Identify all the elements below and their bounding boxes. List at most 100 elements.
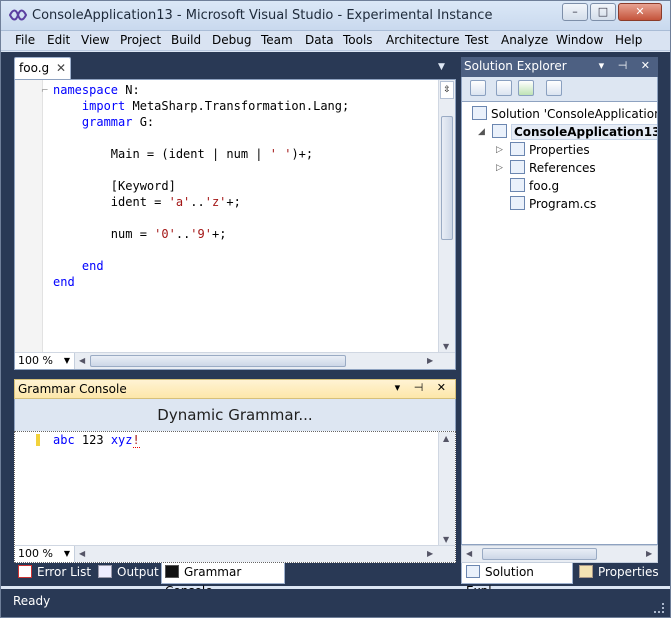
code-line[interactable] — [53, 210, 349, 226]
code-line[interactable] — [53, 130, 349, 146]
horizontal-scroll-thumb[interactable] — [482, 548, 597, 560]
code-line[interactable]: import MetaSharp.Transformation.Lang; — [53, 98, 349, 114]
solution-explorer-icon — [466, 565, 480, 578]
split-window-icon[interactable]: ⇳ — [440, 81, 454, 99]
console-line[interactable]: abc 123 xyz! — [53, 432, 140, 448]
tree-item[interactable]: Solution 'ConsoleApplication13' (1 proje… — [472, 106, 657, 124]
grammar-console-input[interactable]: abc 123 xyz! ▲ ▼ 100 % ▼ ◀ ▶ — [14, 431, 456, 563]
code-line[interactable]: grammar G: — [53, 114, 349, 130]
menu-analyze[interactable]: Analyze — [501, 33, 548, 47]
scroll-right-icon[interactable]: ▶ — [427, 549, 433, 558]
tab-solution-explorer[interactable]: Solution Expl... — [461, 563, 573, 598]
vertical-scroll-thumb[interactable] — [441, 116, 453, 240]
code-line[interactable] — [53, 162, 349, 178]
tree-item-label: ConsoleApplication13 — [511, 124, 657, 140]
tab-properties-label: Properties — [598, 565, 659, 579]
solution-horizontal-scrollbar: ◀ ▶ — [461, 545, 658, 563]
solution-explorer-tabs: Solution Expl... Properties — [461, 563, 659, 598]
tree-item[interactable]: Properties — [510, 142, 590, 160]
zoom-selector[interactable]: 100 % ▼ — [15, 353, 75, 369]
code-token: num = — [53, 227, 155, 241]
menu-file[interactable]: File — [15, 33, 35, 47]
code-line[interactable]: namespace N: — [53, 82, 349, 98]
solution-tree[interactable]: Solution 'ConsoleApplication13' (1 proje… — [461, 101, 658, 545]
keyword-token: xyz — [110, 433, 133, 447]
class-diagram-icon[interactable] — [546, 80, 562, 96]
code-line[interactable]: Main = (ident | num | ' ')+; — [53, 146, 349, 162]
vs-window: ConsoleApplication13 - Microsoft Visual … — [0, 0, 671, 618]
scroll-down-icon[interactable]: ▼ — [443, 342, 449, 351]
console-text[interactable]: abc 123 xyz! — [53, 432, 140, 448]
scroll-left-icon[interactable]: ◀ — [79, 356, 85, 365]
refresh-icon[interactable] — [518, 80, 534, 96]
code-token: G: — [132, 115, 155, 129]
maximize-button[interactable]: □ — [590, 3, 616, 21]
scroll-right-icon[interactable]: ▶ — [646, 549, 652, 558]
code-line[interactable]: num = '0'..'9'+; — [53, 226, 349, 242]
tab-grammar-console[interactable]: Grammar Console — [161, 563, 285, 598]
tab-properties[interactable]: Properties — [579, 563, 659, 584]
code-token: Main = (ident | num | — [53, 147, 270, 161]
close-button[interactable]: ✕ — [618, 3, 662, 21]
tab-error-list[interactable]: Error List — [18, 563, 96, 584]
tree-item[interactable]: References — [510, 160, 596, 178]
tree-expander-icon[interactable]: ▷ — [496, 145, 503, 155]
properties-icon[interactable] — [470, 80, 486, 96]
editor-vertical-scrollbar[interactable]: ⇳ ▼ — [438, 80, 455, 353]
menu-tools[interactable]: Tools — [343, 33, 373, 47]
code-token: N: — [118, 83, 140, 97]
string-token: ' ' — [269, 147, 292, 161]
code-line[interactable]: ident = 'a'..'z'+; — [53, 194, 349, 210]
menu-window[interactable]: Window — [556, 33, 603, 47]
visual-studio-icon — [9, 9, 27, 21]
console-vertical-scrollbar[interactable]: ▲ ▼ — [438, 432, 455, 546]
scroll-down-icon[interactable]: ▼ — [443, 535, 449, 544]
csharp-project-icon — [492, 124, 507, 138]
dynamic-grammar-label[interactable]: Dynamic Grammar... — [15, 406, 455, 424]
code-line[interactable]: end — [53, 258, 349, 274]
code-text[interactable]: namespace N: import MetaSharp.Transforma… — [53, 82, 349, 290]
document-list-dropdown-icon[interactable]: ▼ — [438, 62, 445, 72]
menu-architecture[interactable]: Architecture — [386, 33, 459, 47]
tree-item[interactable]: foo.g — [510, 178, 559, 196]
code-line[interactable]: [Keyword] — [53, 178, 349, 194]
show-all-files-icon[interactable] — [496, 80, 512, 96]
solution-icon — [472, 106, 487, 120]
tree-expander-icon[interactable]: ▷ — [496, 163, 503, 173]
grammar-console-header: Grammar Console ▾ ⊣ ✕ — [14, 379, 456, 399]
menu-project[interactable]: Project — [120, 33, 161, 47]
menu-team[interactable]: Team — [261, 33, 293, 47]
horizontal-scroll-thumb[interactable] — [90, 355, 346, 367]
pane-window-buttons[interactable]: ▾ ⊣ ✕ — [395, 381, 451, 394]
properties-folder-icon — [510, 142, 525, 156]
scroll-right-icon[interactable]: ▶ — [427, 356, 433, 365]
resize-grip[interactable] — [654, 603, 664, 613]
tree-item[interactable]: ConsoleApplication13 — [492, 124, 657, 142]
scroll-up-icon[interactable]: ▲ — [443, 434, 449, 443]
menu-help[interactable]: Help — [615, 33, 642, 47]
tree-expander-icon[interactable]: ◢ — [478, 127, 485, 137]
tab-close-icon[interactable]: ✕ — [56, 61, 66, 75]
code-token: ident = — [53, 195, 169, 209]
menu-build[interactable]: Build — [171, 33, 201, 47]
tab-output[interactable]: Output — [98, 563, 164, 584]
pane-window-buttons[interactable]: ▾ ⊣ ✕ — [599, 59, 655, 72]
menu-data[interactable]: Data — [305, 33, 334, 47]
console-zoom-selector[interactable]: 100 % ▼ — [15, 546, 75, 562]
code-line[interactable]: end — [53, 274, 349, 290]
code-line[interactable] — [53, 242, 349, 258]
menu-test[interactable]: Test — [465, 33, 489, 47]
scroll-left-icon[interactable]: ◀ — [466, 549, 472, 558]
code-editor[interactable]: ⌐ namespace N: import MetaSharp.Transfor… — [14, 79, 456, 370]
menu-view[interactable]: View — [81, 33, 109, 47]
tree-item-label: References — [529, 161, 596, 175]
scroll-left-icon[interactable]: ◀ — [79, 549, 85, 558]
minimize-button[interactable]: – — [562, 3, 588, 21]
menu-edit[interactable]: Edit — [47, 33, 70, 47]
menu-debug[interactable]: Debug — [212, 33, 251, 47]
tree-item[interactable]: Program.cs — [510, 196, 596, 214]
tab-foo-g[interactable]: foo.g ✕ — [14, 57, 71, 79]
grammar-file-icon — [510, 178, 525, 192]
code-token: 123 — [74, 433, 111, 447]
